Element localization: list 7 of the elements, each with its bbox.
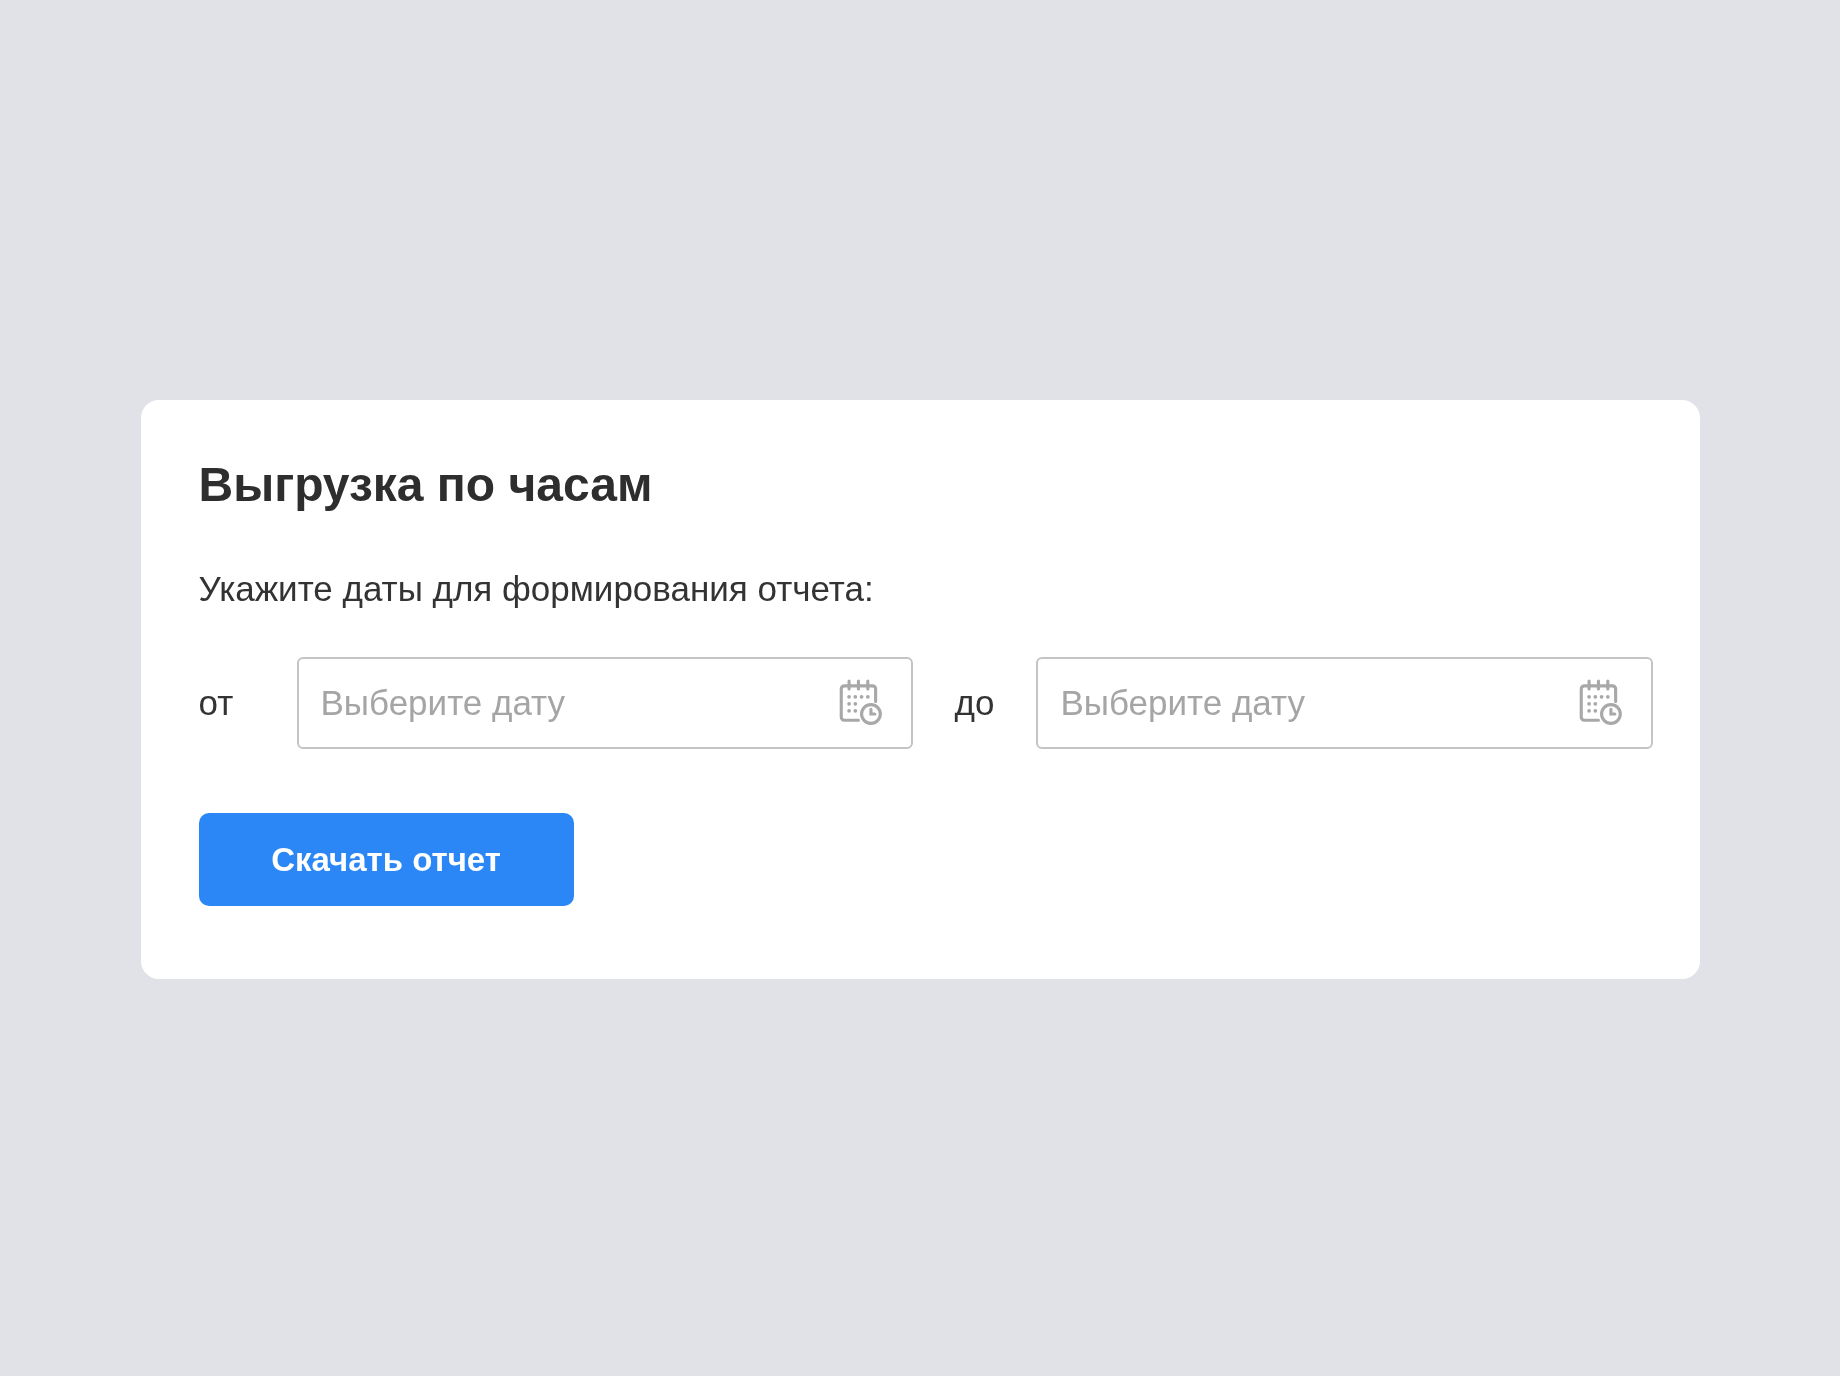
download-button[interactable]: Скачать отчет bbox=[198, 813, 574, 906]
date-field[interactable]: Выберите дату bbox=[1036, 657, 1653, 749]
card-title: Выгрузка по часам bbox=[198, 457, 654, 513]
date-label: от bbox=[198, 683, 235, 723]
date-field[interactable]: Выберите дату bbox=[296, 657, 913, 749]
date-label: до bbox=[954, 683, 995, 723]
instruction-text: Укажите даты для формирования отчета: bbox=[198, 568, 875, 610]
